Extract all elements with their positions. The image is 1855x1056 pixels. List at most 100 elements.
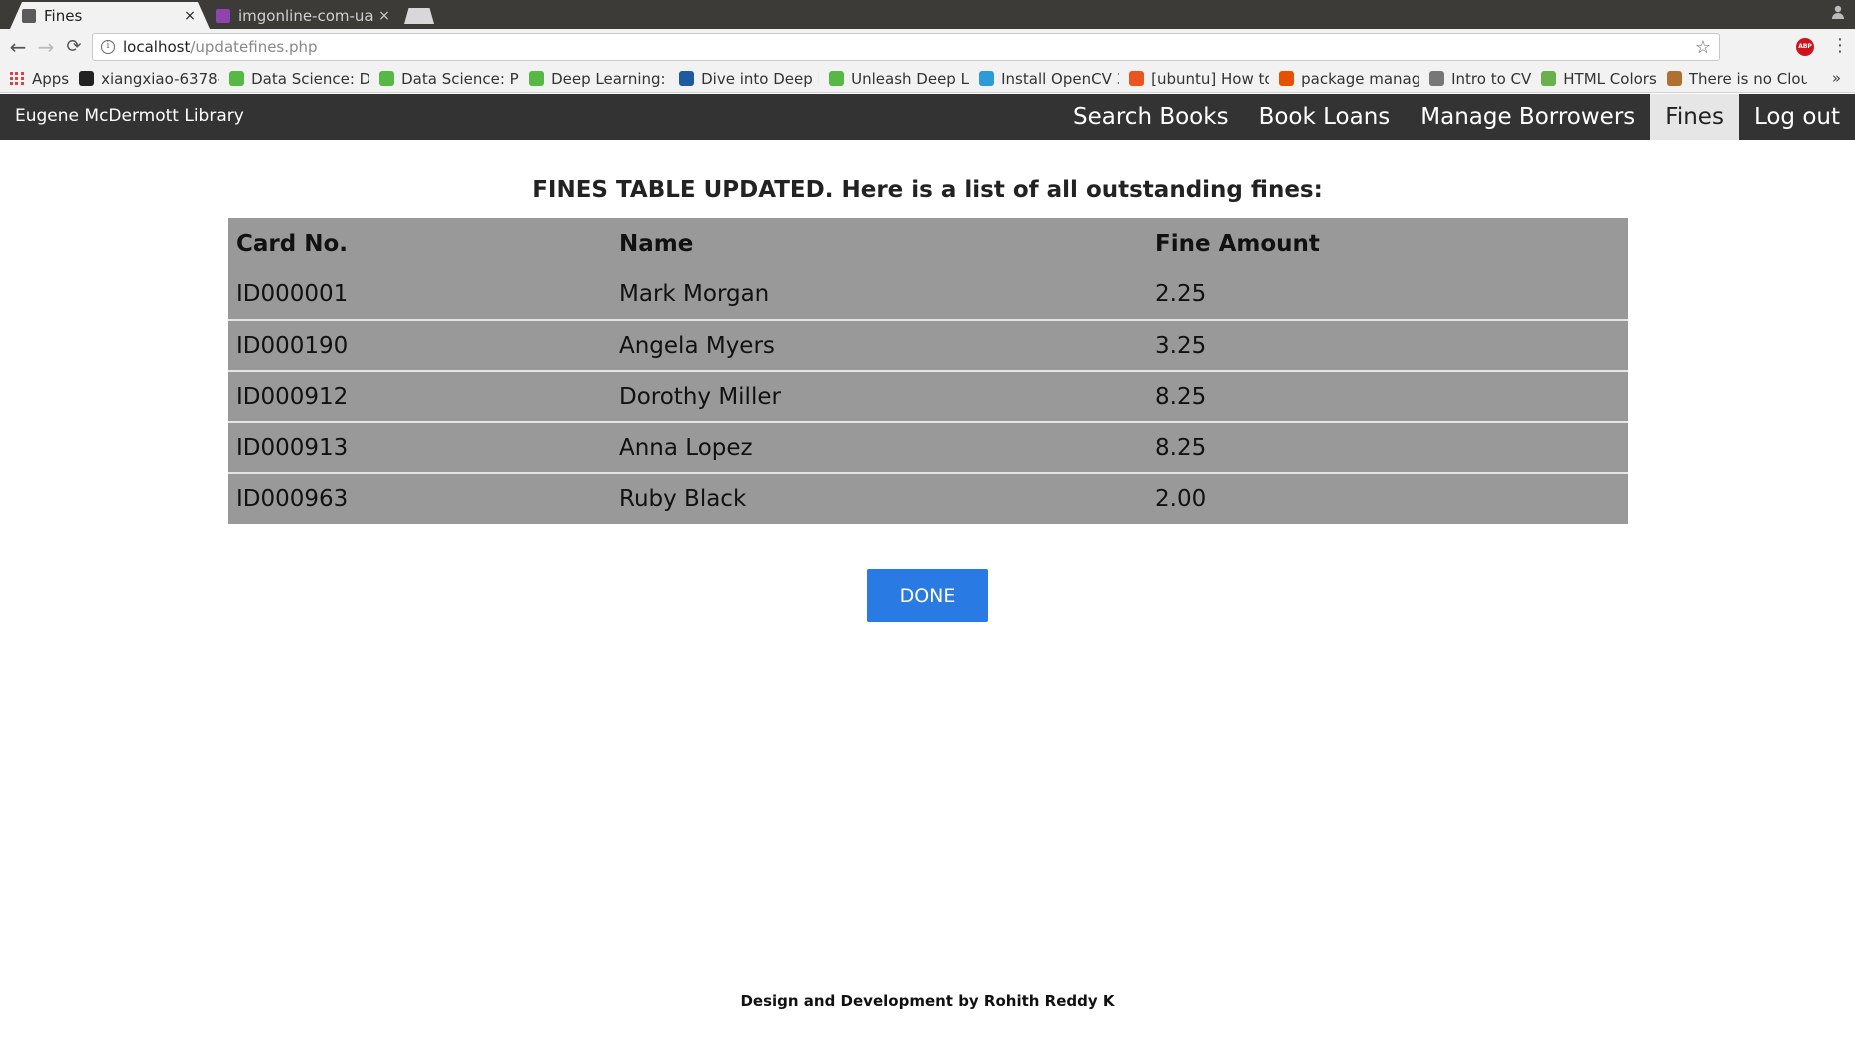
header-card-no: Card No. bbox=[236, 230, 349, 257]
bookmark-item[interactable]: [ubuntu] How to bbox=[1129, 70, 1269, 88]
cell-name: Anna Lopez bbox=[619, 434, 753, 461]
reload-icon[interactable]: ⟳ bbox=[62, 35, 86, 59]
site-brand[interactable]: Eugene McDermott Library bbox=[15, 106, 244, 126]
bookmark-label: Apps bbox=[32, 69, 70, 88]
cell-fine-amount: 8.25 bbox=[1155, 434, 1207, 461]
table-row: ID000912 Dorothy Miller 8.25 bbox=[228, 371, 1628, 422]
bookmark-item[interactable]: Unleash Deep Le bbox=[829, 70, 969, 88]
bookmark-star-icon[interactable]: ☆ bbox=[1695, 37, 1711, 58]
cell-name: Mark Morgan bbox=[619, 281, 770, 307]
bookmark-label: Deep Learning: C bbox=[551, 69, 670, 88]
udemy-icon bbox=[529, 71, 545, 86]
nav-fines[interactable]: Fines bbox=[1650, 94, 1739, 140]
cloud-icon bbox=[1666, 71, 1682, 86]
udemy-icon bbox=[379, 71, 395, 86]
bookmark-item[interactable]: Data Science: De bbox=[229, 70, 369, 88]
page: Eugene McDermott Library Search Books Bo… bbox=[0, 94, 1855, 1056]
url-path: /updatefines.php bbox=[190, 38, 318, 56]
bookmark-item[interactable]: Intro to CV bbox=[1429, 70, 1531, 88]
cell-fine-amount: 8.25 bbox=[1155, 383, 1207, 410]
tab-imgonline[interactable]: imgonline-com-ua- × bbox=[204, 2, 404, 29]
table-header-row: Card No. Name Fine Amount bbox=[228, 218, 1628, 269]
tab-title: Fines bbox=[44, 6, 83, 25]
nav-book-loans[interactable]: Book Loans bbox=[1244, 94, 1406, 140]
back-arrow-icon[interactable]: ← bbox=[6, 35, 30, 59]
adblock-icon[interactable]: ABP bbox=[1796, 38, 1814, 56]
forward-arrow-icon[interactable]: → bbox=[34, 35, 58, 59]
p-icon bbox=[979, 71, 995, 86]
bookmark-item[interactable]: Dive into Deep L bbox=[679, 70, 819, 88]
page-icon bbox=[22, 8, 36, 23]
cell-card-no: ID000001 bbox=[236, 281, 349, 307]
bookmark-item[interactable]: HTML Colors bbox=[1541, 70, 1657, 88]
folder-icon bbox=[1429, 71, 1445, 86]
close-tab-icon[interactable]: × bbox=[180, 8, 200, 24]
bookmark-label: Data Science: Pr bbox=[401, 69, 520, 88]
new-tab-button[interactable] bbox=[404, 8, 434, 24]
cell-name: Ruby Black bbox=[619, 486, 747, 512]
book-icon bbox=[679, 71, 695, 86]
profile-icon[interactable] bbox=[1829, 4, 1847, 22]
bookmark-item[interactable]: Data Science: Pr bbox=[379, 70, 519, 88]
more-bookmarks-icon[interactable]: » bbox=[1832, 69, 1841, 87]
cell-card-no: ID000190 bbox=[236, 332, 349, 359]
jpg-icon bbox=[216, 8, 230, 23]
bookmark-item[interactable]: package manage bbox=[1279, 70, 1419, 88]
tab-title: imgonline-com-ua- bbox=[238, 6, 374, 25]
bookmark-label: Install OpenCV 3 bbox=[1001, 69, 1120, 88]
nav-search-books[interactable]: Search Books bbox=[1058, 94, 1244, 140]
cell-fine-amount: 2.00 bbox=[1155, 486, 1207, 512]
header-fine-amount: Fine Amount bbox=[1155, 230, 1320, 257]
bookmark-item[interactable]: There is no Clou bbox=[1666, 69, 1807, 88]
header-name: Name bbox=[619, 230, 694, 257]
table-row: ID000913 Anna Lopez 8.25 bbox=[228, 422, 1628, 473]
bookmark-label: Dive into Deep L bbox=[701, 69, 820, 88]
done-button[interactable]: DONE bbox=[867, 569, 988, 622]
askubuntu-icon bbox=[1279, 71, 1295, 86]
browser-toolbar: ← → ⟳ i localhost/updatefines.php ☆ ABP … bbox=[0, 29, 1855, 65]
cell-card-no: ID000963 bbox=[236, 486, 349, 512]
colors-icon bbox=[1541, 71, 1557, 86]
url-host: localhost bbox=[123, 38, 191, 56]
cell-name: Dorothy Miller bbox=[619, 383, 781, 410]
page-heading: FINES TABLE UPDATED. Here is a list of a… bbox=[532, 177, 1323, 203]
table-row: ID000190 Angela Myers 3.25 bbox=[228, 320, 1628, 371]
bookmark-item[interactable]: Install OpenCV 3 bbox=[979, 70, 1119, 88]
udemy-icon bbox=[229, 71, 245, 86]
bookmark-label: Data Science: De bbox=[251, 69, 370, 88]
bookmark-label: There is no Clou bbox=[1688, 69, 1807, 88]
nav-manage-borrowers[interactable]: Manage Borrowers bbox=[1405, 94, 1650, 140]
address-bar[interactable]: i localhost/updatefines.php ☆ bbox=[92, 33, 1720, 61]
info-icon[interactable]: i bbox=[101, 40, 115, 54]
table-row: ID000963 Ruby Black 2.00 bbox=[228, 473, 1628, 524]
bookmark-label: HTML Colors bbox=[1563, 69, 1657, 88]
nav-log-out[interactable]: Log out bbox=[1739, 94, 1855, 140]
bookmark-item[interactable]: Deep Learning: C bbox=[529, 70, 669, 88]
cell-name: Angela Myers bbox=[619, 332, 775, 359]
bookmark-item[interactable]: xiangxiao-6378- bbox=[79, 70, 219, 88]
cell-card-no: ID000912 bbox=[236, 383, 349, 410]
bookmarks-bar: Apps xiangxiao-6378- Data Science: De Data … bbox=[0, 65, 1855, 93]
bookmark-label: Unleash Deep Le bbox=[851, 69, 970, 88]
site-navbar: Eugene McDermott Library Search Books Bo… bbox=[0, 94, 1855, 140]
bookmark-label: Intro to CV bbox=[1451, 69, 1532, 88]
close-tab-icon[interactable]: × bbox=[374, 8, 394, 24]
udemy-icon bbox=[829, 71, 845, 86]
nav-links: Search Books Book Loans Manage Borrowers… bbox=[1058, 94, 1855, 140]
table-row: ID000001 Mark Morgan 2.25 bbox=[228, 269, 1628, 320]
github-icon bbox=[79, 71, 95, 86]
tab-fines[interactable]: Fines × bbox=[10, 2, 210, 29]
fines-table: Card No. Name Fine Amount ID000001 Mark … bbox=[228, 218, 1628, 524]
bookmark-label: xiangxiao-6378- bbox=[101, 69, 220, 88]
browser-tabstrip: Fines × imgonline-com-ua- × bbox=[0, 0, 1855, 29]
bookmark-label: package manage bbox=[1301, 69, 1420, 88]
cell-fine-amount: 3.25 bbox=[1155, 332, 1207, 359]
bookmark-label: [ubuntu] How to bbox=[1151, 69, 1270, 88]
footer-credit: Design and Development by Rohith Reddy K bbox=[740, 992, 1115, 1010]
ubuntu-icon bbox=[1129, 71, 1145, 86]
cell-fine-amount: 2.25 bbox=[1155, 281, 1207, 307]
bookmark-item[interactable]: Apps bbox=[10, 70, 69, 88]
cell-card-no: ID000913 bbox=[236, 434, 349, 461]
chrome-menu-icon[interactable]: ⋮ bbox=[1831, 37, 1849, 55]
apps-grid-icon bbox=[10, 71, 24, 86]
